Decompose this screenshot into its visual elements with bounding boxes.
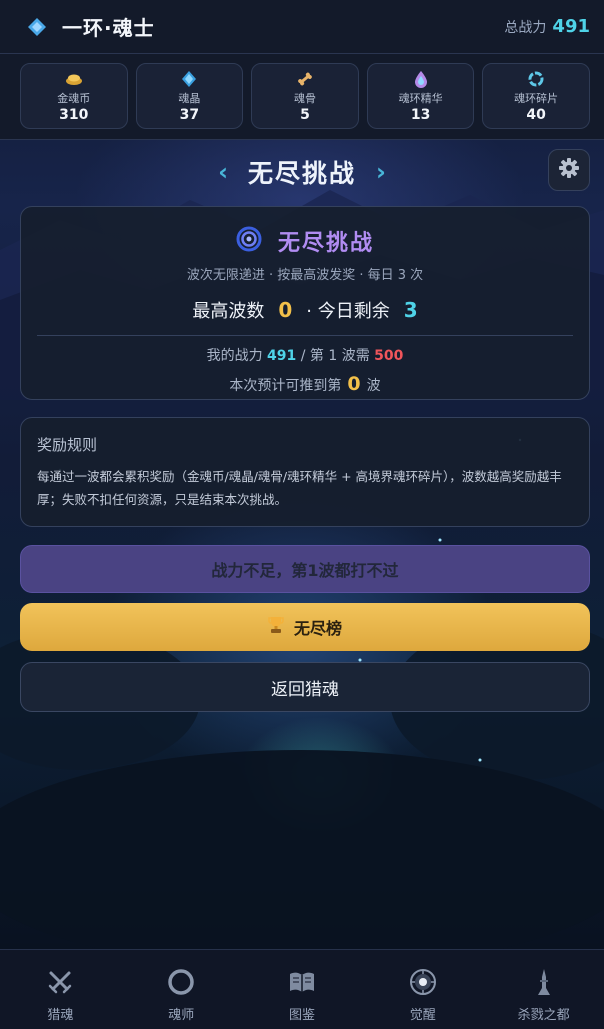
resource-count: 37 xyxy=(179,107,200,123)
resource-essence[interactable]: 魂环精华 13 xyxy=(366,63,475,129)
nav-item-hunt[interactable]: 猎魂 xyxy=(0,950,121,1029)
wave-need-value: 500 xyxy=(374,348,404,364)
resource-name: 魂晶 xyxy=(178,92,201,105)
wave-need-label: / 第 1 波需 xyxy=(300,348,370,364)
diamond-logo-icon xyxy=(26,16,48,38)
vortex-icon xyxy=(236,226,262,256)
nav-item-master[interactable]: 魂师 xyxy=(121,950,242,1029)
nav-label: 觉醒 xyxy=(409,1008,436,1023)
challenge-card: 无尽挑战 波次无限递进 · 按最高波发奖 · 每日 3 次 最高波数 0 · 今… xyxy=(20,206,590,400)
crossed-swords-icon xyxy=(47,968,73,996)
top-bar: 一环·魂士 总战力 491 xyxy=(0,0,604,54)
challenge-header: 无尽挑战 xyxy=(21,225,589,257)
ring-icon xyxy=(167,968,195,996)
predicted-wave: 本次预计可推到第 0 波 xyxy=(21,373,589,395)
start-challenge-button[interactable]: 战力不足，第1波都打不过 xyxy=(20,545,590,593)
crystal-icon xyxy=(180,70,198,88)
essence-drop-icon xyxy=(413,70,429,88)
resource-name: 魂环碎片 xyxy=(514,92,559,105)
predict-prefix: 本次预计可推到第 xyxy=(229,378,342,394)
resource-count: 13 xyxy=(410,107,431,123)
challenge-title: 无尽挑战 xyxy=(277,231,374,256)
resource-count: 5 xyxy=(300,107,310,123)
start-challenge-label: 战力不足，第1波都打不过 xyxy=(211,561,399,580)
trophy-icon xyxy=(268,616,284,638)
my-power-value: 491 xyxy=(267,348,297,364)
nav-label: 魂师 xyxy=(168,1008,195,1023)
awaken-icon xyxy=(409,968,437,996)
total-power-value: 491 xyxy=(552,16,590,37)
rules-title: 奖励规则 xyxy=(37,436,98,454)
nav-item-codex[interactable]: 图鉴 xyxy=(242,950,363,1029)
resource-gold-coin[interactable]: 金魂币 310 xyxy=(20,63,128,129)
ring-fragment-icon xyxy=(527,70,545,88)
nav-label: 图鉴 xyxy=(288,1008,315,1023)
predict-value: 0 xyxy=(347,373,361,395)
resource-name: 金魂币 xyxy=(57,92,91,105)
best-wave-value: 0 xyxy=(278,298,293,322)
leaderboard-button[interactable]: 无尽榜 xyxy=(20,603,590,651)
best-wave-label: 最高波数 xyxy=(192,301,265,322)
resource-name: 魂骨 xyxy=(293,92,316,105)
page-title-bar: ‹ 无尽挑战 › xyxy=(0,150,604,194)
gold-coin-icon xyxy=(65,70,83,88)
settings-button[interactable] xyxy=(548,149,590,191)
rules-body: 每通过一波都会累积奖励（金魂币/魂晶/魂骨/魂环精华 + 高境界魂环碎片），波数… xyxy=(37,469,562,507)
prev-page-arrow[interactable]: ‹ xyxy=(218,158,228,186)
book-icon xyxy=(288,968,316,996)
power-requirement: 我的战力 491 / 第 1 波需 500 xyxy=(21,345,589,365)
app-root: 一环·魂士 总战力 491 金魂币 310 魂晶 37 魂骨 5 魂环精华 13… xyxy=(0,0,604,1029)
divider xyxy=(37,335,573,336)
total-power-label: 总战力 xyxy=(504,20,547,36)
resource-count: 310 xyxy=(59,107,89,123)
page-title: 无尽挑战 xyxy=(247,159,356,188)
rank-title: 一环·魂士 xyxy=(62,16,155,40)
rules-card: 奖励规则 每通过一波都会累积奖励（金魂币/魂晶/魂骨/魂环精华 + 高境界魂环碎… xyxy=(20,417,590,527)
resource-bone[interactable]: 魂骨 5 xyxy=(251,63,359,129)
nav-label: 杀戮之都 xyxy=(517,1008,570,1023)
gear-icon xyxy=(558,157,580,183)
nav-item-slaughter-city[interactable]: 杀戮之都 xyxy=(483,950,604,1029)
bone-icon xyxy=(296,70,314,88)
today-remaining-value: 3 xyxy=(403,298,418,322)
nav-label: 猎魂 xyxy=(47,1008,74,1023)
resource-count: 40 xyxy=(526,107,546,123)
next-page-arrow[interactable]: › xyxy=(376,158,386,186)
my-power-label: 我的战力 xyxy=(206,348,263,364)
back-to-hunt-button[interactable]: 返回猎魂 xyxy=(20,662,590,712)
predict-suffix: 波 xyxy=(366,378,381,394)
back-label: 返回猎魂 xyxy=(271,679,339,700)
tower-icon xyxy=(533,968,555,996)
resource-ring-fragment[interactable]: 魂环碎片 40 xyxy=(482,63,590,129)
today-remaining-label: · 今日剩余 xyxy=(306,301,390,322)
nav-item-awaken[interactable]: 觉醒 xyxy=(362,950,483,1029)
resource-crystal[interactable]: 魂晶 37 xyxy=(135,63,244,129)
bottom-nav: 猎魂 魂师 图鉴 觉醒 杀戮之都 xyxy=(0,949,604,1029)
resource-bar: 金魂币 310 魂晶 37 魂骨 5 魂环精华 13 魂环碎片 40 xyxy=(0,54,604,140)
leaderboard-label: 无尽榜 xyxy=(293,619,342,638)
resource-name: 魂环精华 xyxy=(398,92,443,105)
challenge-stats: 最高波数 0 · 今日剩余 3 xyxy=(21,297,589,323)
total-power: 总战力 491 xyxy=(504,16,590,37)
challenge-subtitle: 波次无限递进 · 按最高波发奖 · 每日 3 次 xyxy=(186,268,424,283)
